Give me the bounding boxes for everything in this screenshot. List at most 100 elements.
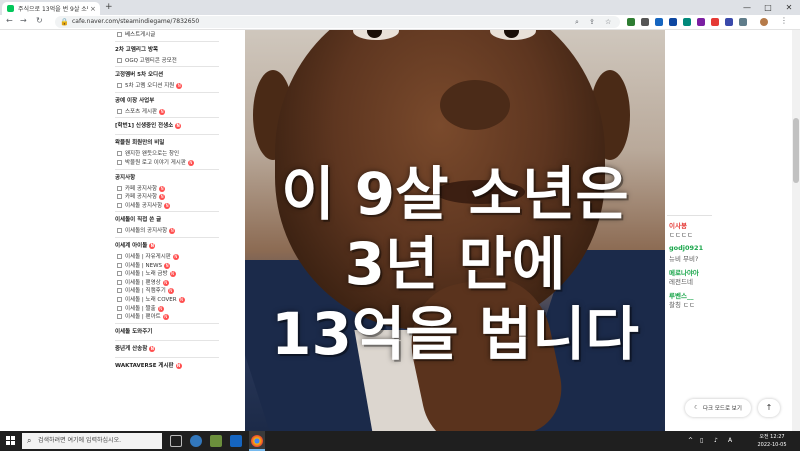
sidebar-section-header[interactable]: 공지사항 [115, 173, 219, 181]
sidebar-menu-item[interactable]: 이세돌 | 노래 COVER N [117, 295, 221, 303]
profile-avatar[interactable] [760, 18, 768, 26]
sidebar-item-label: 이세돌 | 노래 COVER [125, 297, 177, 303]
language-indicator[interactable]: A [728, 431, 732, 451]
tray-overflow-icon[interactable]: ^ [688, 431, 693, 451]
windows-start-icon[interactable] [6, 436, 16, 446]
address-bar[interactable]: 🔒 cafe.naver.com/steamindiegame/7832650 … [55, 16, 620, 28]
sidebar-section-header[interactable]: [학번1] 신생중인 전생소 N [115, 121, 219, 130]
tab-close-icon[interactable]: × [90, 5, 96, 13]
eye-right [490, 30, 536, 40]
browser-menu-icon[interactable]: ⋮ [780, 16, 788, 25]
scrollbar-thumb[interactable] [793, 118, 799, 183]
board-icon [117, 83, 122, 89]
sidebar-menu-item[interactable]: 이세돌 | 노래 금방 N [117, 269, 221, 278]
sidebar-divider [115, 134, 219, 136]
new-badge-icon: N [149, 345, 156, 352]
sidebar-section-header[interactable]: 이세돌 도와주기 [115, 327, 219, 335]
task-view-icon[interactable] [170, 435, 182, 447]
sidebar-menu-item[interactable]: 스포츠 게시판 N [117, 107, 221, 115]
sidebar-menu-item[interactable]: 이세돌 | 자유게시판 N [117, 252, 221, 260]
new-badge-icon: N [169, 228, 176, 235]
page-scrollbar[interactable] [792, 30, 800, 431]
new-badge-icon: N [162, 279, 169, 286]
sidebar-menu-item[interactable]: 카페 공지사항 N [117, 192, 221, 201]
new-badge-icon: N [159, 108, 166, 115]
extension-darkblue-icon[interactable] [669, 18, 677, 26]
sidebar-menu-item[interactable]: OGQ 고멤티콘 공모전 [117, 56, 221, 64]
sidebar-item-label: 박물원 로고 이야기 게시판 [125, 160, 186, 166]
sidebar-menu-item[interactable]: 이세돌 | 팬영상 N [117, 278, 221, 286]
browser-tab[interactable]: 주식으로 13억을 번 9살 소년 × [2, 2, 100, 15]
sidebar-menu-item[interactable]: 왠지한 왠듯으로는 창인 [117, 149, 221, 157]
edge-icon[interactable] [190, 435, 202, 447]
sidebar-divider [115, 339, 219, 341]
sidebar-item-label: 이세돌 | 직캠후기 [125, 288, 166, 295]
reload-button[interactable]: ↻ [36, 16, 43, 25]
new-tab-button[interactable]: + [105, 2, 113, 12]
extension-gray-icon[interactable] [641, 18, 649, 26]
sidebar-section-header[interactable]: 이세돌이 직접 쓴 글 [115, 215, 219, 223]
share-icon[interactable]: ⇪ [589, 16, 595, 28]
extension-v-icon[interactable] [697, 18, 705, 26]
close-window-button[interactable]: ✕ [779, 0, 799, 15]
sidebar-section-header[interactable]: WAKTAVERSE 게시판 N [115, 361, 219, 369]
volume-icon[interactable]: ♪ [714, 431, 718, 451]
bookmark-star-icon[interactable]: ☆ [605, 16, 611, 28]
sidebar-section-header[interactable]: 2차 고멤리그 방목 [115, 45, 219, 53]
visual-studio-icon[interactable] [230, 435, 242, 447]
sidebar-item-label: 고정멤버 5차 오디션 [115, 72, 164, 79]
sidebar-menu-item[interactable]: 5차 고멤 오디션 지원 N [117, 81, 221, 90]
extension-red-icon[interactable] [711, 18, 719, 26]
dark-mode-label: 다크 모드로 보기 [703, 406, 742, 412]
zoom-icon[interactable]: ⌕ [575, 16, 579, 28]
minecraft-icon[interactable] [210, 435, 222, 447]
sidebar-menu-item[interactable]: 이세돌의 공지사항 N [117, 226, 221, 235]
sidebar-menu-item[interactable]: 베스트게시글 [117, 30, 221, 38]
sidebar-section-header[interactable]: 왁물원 회원만의 비밀 [115, 138, 219, 146]
caption-line-2: 3년 만에 [344, 230, 566, 298]
taskbar-search-placeholder: 검색하려면 여기에 입력하십시오. [38, 437, 122, 444]
network-icon[interactable]: ▯ [700, 431, 703, 451]
sidebar-menu-item[interactable]: 카페 공지사항 N [117, 184, 221, 192]
sidebar-section-header[interactable]: 공예 이장 사업부 [115, 96, 219, 104]
sidebar-section-header[interactable]: 중년게 산송참 N [115, 344, 219, 352]
puzzle-extensions-icon[interactable] [739, 18, 747, 26]
board-icon [117, 254, 122, 259]
sidebar-divider [115, 168, 219, 170]
chat-user[interactable]: godj0921 [669, 244, 703, 252]
sidebar-menu-item[interactable]: 이세돌 | 짤출 N [117, 304, 221, 312]
sidebar-item-label: 중년게 산송참 [115, 345, 148, 352]
scroll-top-button[interactable]: ↑ [758, 399, 780, 417]
sidebar-menu-item[interactable]: 이세돌 공지사항 N [117, 201, 221, 209]
sidebar-item-label: 이세돌 | 자유게시판 [125, 254, 171, 260]
sidebar-item-label: 카페 공지사항 [125, 185, 158, 192]
sidebar-menu-item[interactable]: 이세돌 | NEWS N [117, 261, 221, 269]
moon-icon: ☾ [694, 405, 699, 411]
extension-teal-icon[interactable] [683, 18, 691, 26]
sidebar-section-header[interactable]: 이세계 아이돌 N [115, 241, 219, 249]
sidebar-divider [115, 322, 219, 324]
dark-mode-button[interactable]: ☾ 다크 모드로 보기 [685, 399, 751, 417]
maximize-button[interactable]: □ [758, 0, 778, 15]
extension-green-icon[interactable] [627, 18, 635, 26]
sidebar-menu-item[interactable]: 이세돌 | 직캠후기 N [117, 286, 221, 295]
minimize-button[interactable]: — [737, 0, 757, 15]
extension-blue-icon[interactable] [655, 18, 663, 26]
extension-indigo-icon[interactable] [725, 18, 733, 26]
board-icon [117, 108, 122, 114]
taskbar-search-box[interactable]: ⌕ 검색하려면 여기에 입력하십시오. [22, 433, 162, 449]
sidebar-section-header[interactable]: 고정멤버 5차 오디션 [115, 70, 219, 78]
video-player[interactable]: 이 9살 소년은 3년 만에 13억을 법니다 [245, 30, 665, 431]
sidebar-divider [115, 237, 219, 238]
sidebar-item-label: 공지사항 [115, 174, 136, 181]
sidebar-menu-item[interactable]: 박물원 로고 이야기 게시판 N [117, 158, 221, 166]
sidebar-menu-item[interactable]: 이세돌 | 팬아트 N [117, 312, 221, 321]
system-clock[interactable]: 오전 12:27 2022-10-05 [752, 433, 792, 449]
chat-message: 찰칭 ㄷㄷ [669, 301, 695, 309]
chrome-taskbar-active[interactable] [249, 431, 265, 451]
board-icon [117, 314, 122, 320]
sidebar-item-label: 왠지한 왠듯으로는 창인 [125, 151, 180, 158]
back-button[interactable]: ← [6, 16, 13, 25]
board-icon [117, 288, 122, 294]
forward-button[interactable]: → [20, 16, 27, 25]
